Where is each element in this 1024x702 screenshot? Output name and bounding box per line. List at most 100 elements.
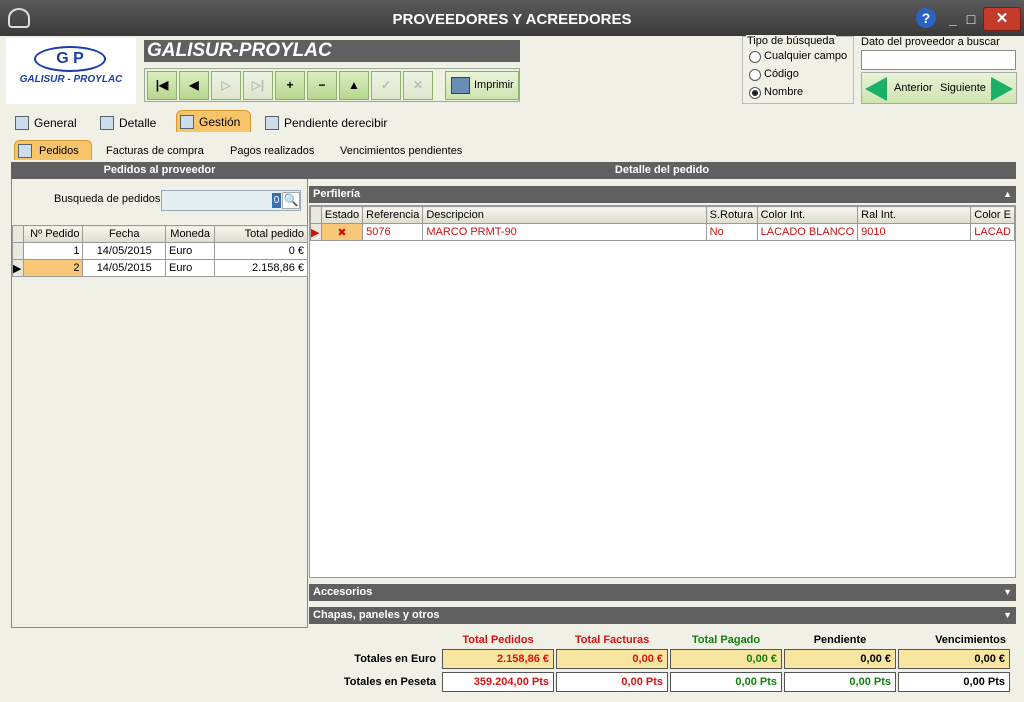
arrow-right-icon[interactable] — [991, 77, 1013, 101]
section-perfileria[interactable]: Perfilería ▲ — [309, 186, 1016, 203]
search-navigation: Anterior Siguiente — [861, 72, 1017, 104]
first-record-button[interactable]: |◀ — [147, 71, 177, 100]
chevron-down-icon[interactable]: ▼ — [1003, 607, 1012, 624]
radio-codigo[interactable]: Código — [749, 67, 853, 83]
section-title: Accesorios — [313, 586, 373, 598]
tab-gestion[interactable]: Gestión — [176, 110, 252, 132]
peseta-totals-label: Totales en Peseta — [343, 676, 436, 688]
total-pagado-euro: 0,00 € — [670, 649, 782, 669]
table-row-selected[interactable]: ▶ 2 14/05/2015 Euro 2.158,86 € — [11, 259, 308, 277]
table-cell: 2 — [23, 259, 84, 277]
arrow-left-icon[interactable] — [865, 77, 887, 101]
column-header[interactable]: Color E — [970, 206, 1015, 224]
column-header[interactable]: Referencia — [362, 206, 424, 224]
order-search-label: Busqueda de pedidos — [54, 193, 161, 205]
total-pedidos-header: Total Pedidos — [462, 634, 534, 646]
record-navigator: |◀ ◀ ▷ ▷| + − ▲ ✓ ✕ Imprimir — [144, 68, 520, 102]
search-type-label: Tipo de búsqueda — [746, 35, 836, 47]
column-header[interactable]: Color Int. — [756, 206, 859, 224]
table-cell: LACADO BLANCO — [756, 223, 859, 241]
company-logo: G P GALISUR - PROYLAC — [6, 38, 136, 104]
company-name: GALISUR-PROYLAC — [144, 40, 520, 62]
pendiente-euro: 0,00 € — [784, 649, 896, 669]
next-result-button[interactable]: Siguiente — [940, 82, 986, 94]
cancel-button[interactable]: ✕ — [403, 71, 433, 100]
section-chapas[interactable]: Chapas, paneles y otros ▼ — [309, 607, 1016, 624]
tab-pendiente-recibir[interactable]: Pendiente derecibir — [262, 112, 397, 134]
tab-detalle[interactable]: Detalle — [97, 112, 166, 134]
column-header[interactable]: Total pedido — [214, 225, 308, 243]
last-record-button[interactable]: ▷| — [243, 71, 273, 100]
add-record-button[interactable]: + — [275, 71, 305, 100]
tab-label: Pendiente derecibir — [284, 116, 388, 130]
tab-label: Gestión — [199, 115, 241, 129]
detalle-tab-icon — [100, 116, 114, 130]
order-search-input[interactable]: 0 🔍 — [161, 190, 301, 211]
chevron-up-icon[interactable]: ▲ — [1003, 186, 1012, 203]
subtab-pagos-realizados[interactable]: Pagos realizados — [206, 141, 326, 161]
section-title: Perfilería — [313, 188, 361, 200]
tab-label: Pagos realizados — [230, 145, 315, 157]
radio-circle-selected — [749, 87, 761, 99]
detail-table: Estado Referencia Descripcion S.Rotura C… — [310, 206, 1015, 241]
table-cell: 2.158,86 € — [214, 259, 308, 277]
section-accesorios[interactable]: Accesorios ▼ — [309, 584, 1016, 601]
help-icon[interactable]: ? — [916, 8, 936, 28]
supplier-search-input[interactable] — [861, 50, 1016, 70]
table-cell: MARCO PRMT-90 — [422, 223, 707, 241]
window-title: PROVEEDORES Y ACREEDORES — [392, 11, 632, 28]
accept-button[interactable]: ✓ — [371, 71, 401, 100]
tab-label: Pedidos — [39, 145, 79, 157]
table-cell: 14/05/2015 — [82, 259, 166, 277]
column-header[interactable]: Moneda — [164, 225, 216, 243]
table-header: Estado Referencia Descripcion S.Rotura C… — [310, 206, 1015, 224]
radio-label: Código — [764, 68, 799, 80]
table-cell: 14/05/2015 — [82, 242, 166, 260]
total-pagado-peseta: 0,00 Pts — [670, 672, 782, 692]
close-button[interactable]: ✕ — [983, 7, 1021, 31]
tab-general[interactable]: General — [12, 112, 87, 134]
column-header[interactable]: Nº Pedido — [23, 225, 84, 243]
detail-grid: Estado Referencia Descripcion S.Rotura C… — [309, 205, 1016, 578]
radio-nombre[interactable]: Nombre — [749, 85, 853, 101]
tab-label: Facturas de compra — [106, 145, 204, 157]
column-header[interactable]: S.Rotura — [705, 206, 758, 224]
print-button[interactable]: Imprimir — [445, 71, 519, 100]
chevron-down-icon[interactable]: ▼ — [1003, 584, 1012, 601]
order-detail-panel: Perfilería ▲ Estado Referencia Descripci… — [309, 179, 1016, 628]
table-cell: 5076 — [362, 223, 424, 241]
next-record-button[interactable]: ▷ — [211, 71, 241, 100]
edit-record-button[interactable]: ▲ — [339, 71, 369, 100]
tab-label: Vencimientos pendientes — [340, 145, 463, 157]
column-header[interactable]: Estado — [320, 206, 364, 224]
row-indicator — [11, 242, 25, 260]
delete-record-button[interactable]: − — [307, 71, 337, 100]
previous-result-button[interactable]: Anterior — [894, 82, 933, 94]
previous-record-button[interactable]: ◀ — [179, 71, 209, 100]
euro-totals-label: Totales en Euro — [354, 653, 436, 665]
logo-mark: G P — [34, 46, 106, 72]
radio-circle — [749, 69, 761, 81]
table-row[interactable]: ▶ ✖ 5076 MARCO PRMT-90 No LACADO BLANCO … — [310, 223, 1015, 241]
radio-cualquier-campo[interactable]: Cualquier campo — [749, 49, 853, 65]
total-facturas-header: Total Facturas — [574, 634, 650, 646]
table-cell: No — [705, 223, 758, 241]
table-row[interactable]: 1 14/05/2015 Euro 0 € — [11, 242, 308, 260]
subtab-facturas-compra[interactable]: Facturas de compra — [82, 141, 216, 161]
orders-table: Nº Pedido Fecha Moneda Total pedido 1 14… — [11, 225, 308, 277]
radio-circle — [749, 51, 761, 63]
tab-label: Detalle — [119, 116, 157, 130]
column-header[interactable]: Fecha — [82, 225, 166, 243]
search-icon[interactable]: 🔍 — [282, 192, 300, 209]
maximize-button[interactable]: □ — [958, 9, 984, 29]
status-cancel-icon: ✖ — [320, 223, 364, 241]
print-label: Imprimir — [474, 79, 514, 91]
subtab-vencimientos-pendientes[interactable]: Vencimientos pendientes — [316, 141, 474, 161]
total-pedidos-euro: 2.158,86 € — [442, 649, 554, 669]
column-header[interactable]: Ral Int. — [857, 206, 972, 224]
table-cell: 1 — [23, 242, 84, 260]
column-header[interactable]: Descripcion — [422, 206, 707, 224]
section-header-bar: Pedidos al proveedor Detalle del pedido — [11, 162, 1016, 179]
subtab-pedidos[interactable]: Pedidos — [14, 140, 92, 160]
tab-label: General — [34, 116, 77, 130]
